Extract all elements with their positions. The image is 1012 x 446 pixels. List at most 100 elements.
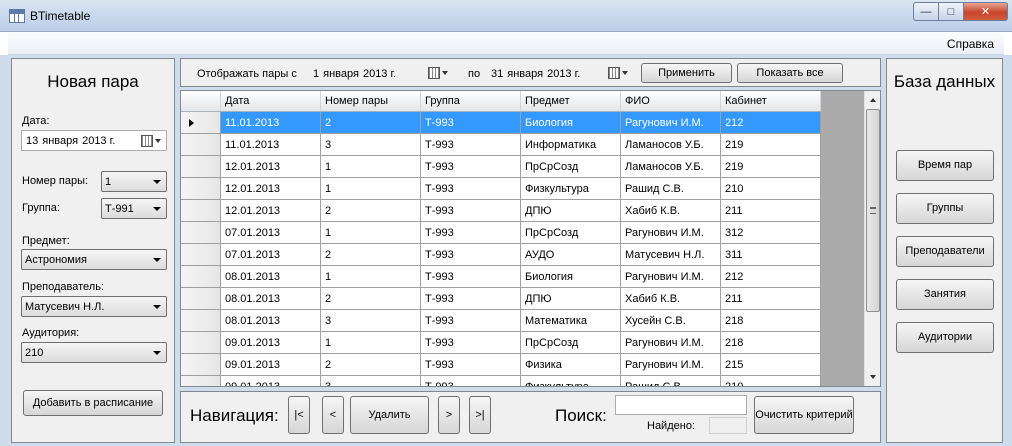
scroll-down-icon[interactable]	[865, 369, 880, 385]
table-cell[interactable]: Ламаносов У.Б.	[621, 156, 721, 178]
add-to-schedule-button[interactable]: Добавить в расписание	[23, 390, 163, 416]
date-picker[interactable]: 13 января 2013 г.	[21, 130, 167, 151]
table-cell[interactable]: 1	[321, 222, 421, 244]
table-cell[interactable]: 3	[321, 310, 421, 332]
table-cell[interactable]: Информатика	[521, 134, 621, 156]
table-cell[interactable]: ДПЮ	[521, 200, 621, 222]
scroll-up-icon[interactable]	[865, 92, 880, 108]
table-cell[interactable]: 3	[321, 134, 421, 156]
row-header[interactable]	[181, 332, 221, 354]
row-header[interactable]	[181, 354, 221, 376]
table-cell[interactable]: ПрСрСозд	[521, 332, 621, 354]
table-cell[interactable]: Т-993	[421, 354, 521, 376]
to-date-picker[interactable]: 31 января 2013 г.	[487, 63, 633, 84]
column-header[interactable]: Предмет	[521, 91, 621, 111]
minimize-button[interactable]: —	[913, 2, 939, 21]
table-cell[interactable]: Физкультура	[521, 178, 621, 200]
table-cell[interactable]: 2	[321, 288, 421, 310]
row-header[interactable]	[181, 200, 221, 222]
table-cell[interactable]: 08.01.2013	[221, 288, 321, 310]
table-cell[interactable]: 218	[721, 332, 821, 354]
table-cell[interactable]: 2	[321, 244, 421, 266]
table-cell[interactable]: Хабиб К.В.	[621, 200, 721, 222]
table-cell[interactable]: 11.01.2013	[221, 134, 321, 156]
subject-select[interactable]: Астрономия	[21, 249, 167, 270]
table-cell[interactable]: ПрСрСозд	[521, 222, 621, 244]
table-cell[interactable]: ДПЮ	[521, 288, 621, 310]
column-header[interactable]: Кабинет	[721, 91, 821, 111]
classes-button[interactable]: Занятия	[896, 279, 994, 310]
table-cell[interactable]: Рашид С.В.	[621, 178, 721, 200]
table-cell[interactable]: Т-993	[421, 266, 521, 288]
table-cell[interactable]: 12.01.2013	[221, 200, 321, 222]
pair-times-button[interactable]: Время пар	[896, 150, 994, 181]
delete-button[interactable]: Удалить	[350, 396, 429, 434]
calendar-dropdown-button[interactable]	[428, 66, 450, 80]
next-record-button[interactable]: >	[438, 396, 460, 434]
table-row[interactable]: 11.01.2013 3 Т-993 Информатика Ламаносов У.Б…	[181, 134, 821, 156]
first-record-button[interactable]: |<	[288, 396, 310, 434]
table-cell[interactable]: Т-993	[421, 156, 521, 178]
row-header[interactable]	[181, 222, 221, 244]
table-row[interactable]: 12.01.2013 1 Т-993 Физкультура Рашид С.В. 210	[181, 178, 821, 200]
group-select[interactable]: Т-991	[101, 198, 167, 219]
table-cell[interactable]: Т-993	[421, 200, 521, 222]
table-cell[interactable]: Матусевич Н.Л.	[621, 244, 721, 266]
table-cell[interactable]: Рагунович И.М.	[621, 332, 721, 354]
table-cell[interactable]: ПрСрСозд	[521, 156, 621, 178]
table-row[interactable]: 07.01.2013 2 Т-993 АУДО Матусевич Н.Л. 311	[181, 244, 821, 266]
table-cell[interactable]: 2	[321, 200, 421, 222]
teachers-button[interactable]: Преподаватели	[896, 236, 994, 267]
row-header[interactable]	[181, 288, 221, 310]
table-cell[interactable]: Физкультура	[521, 376, 621, 386]
table-cell[interactable]: 312	[721, 222, 821, 244]
column-header[interactable]: Группа	[421, 91, 521, 111]
table-cell[interactable]: Рагунович И.М.	[621, 112, 721, 134]
table-cell[interactable]: 09.01.2013	[221, 354, 321, 376]
table-cell[interactable]: Физика	[521, 354, 621, 376]
table-row[interactable]: 08.01.2013 2 Т-993 ДПЮ Хабиб К.В. 211	[181, 288, 821, 310]
table-cell[interactable]: Т-993	[421, 244, 521, 266]
table-cell[interactable]: 218	[721, 310, 821, 332]
from-date-picker[interactable]: 1 января 2013 г.	[309, 63, 453, 84]
previous-record-button[interactable]: <	[322, 396, 344, 434]
table-cell[interactable]: Рашид С.В.	[621, 376, 721, 386]
table-row[interactable]: 09.01.2013 1 Т-993 ПрСрСозд Рагунович И.М. 21…	[181, 332, 821, 354]
apply-button[interactable]: Применить	[641, 63, 732, 83]
table-cell[interactable]: 2	[321, 112, 421, 134]
table-cell[interactable]: Математика	[521, 310, 621, 332]
table-cell[interactable]: Т-993	[421, 112, 521, 134]
row-header[interactable]	[181, 376, 221, 386]
table-row[interactable]: 12.01.2013 2 Т-993 ДПЮ Хабиб К.В. 211	[181, 200, 821, 222]
table-row[interactable]: 08.01.2013 1 Т-993 Биология Рагунович И.М. 21…	[181, 266, 821, 288]
table-cell[interactable]: 1	[321, 178, 421, 200]
table-cell[interactable]: 212	[721, 112, 821, 134]
rooms-button[interactable]: Аудитории	[896, 322, 994, 353]
clear-criteria-button[interactable]: Очистить критерий	[754, 396, 854, 434]
table-cell[interactable]: 212	[721, 266, 821, 288]
table-cell[interactable]: 2	[321, 354, 421, 376]
table-cell[interactable]: 219	[721, 156, 821, 178]
table-cell[interactable]: Т-993	[421, 310, 521, 332]
table-cell[interactable]: 07.01.2013	[221, 222, 321, 244]
row-selector-arrow-icon[interactable]	[181, 112, 221, 134]
last-record-button[interactable]: >|	[469, 396, 491, 434]
column-header[interactable]: Дата	[221, 91, 321, 111]
row-header[interactable]	[181, 310, 221, 332]
table-cell[interactable]: 1	[321, 332, 421, 354]
show-all-button[interactable]: Показать все	[737, 63, 843, 83]
maximize-button[interactable]: □	[939, 2, 964, 21]
schedule-grid[interactable]: Дата Номер пары Группа Предмет ФИО Кабинет 11…	[180, 90, 881, 387]
table-cell[interactable]: АУДО	[521, 244, 621, 266]
row-header[interactable]	[181, 244, 221, 266]
calendar-dropdown-button[interactable]	[608, 66, 630, 80]
table-row[interactable]: 09.01.2013 2 Т-993 Физика Рагунович И.М. 215	[181, 354, 821, 376]
pair-number-select[interactable]: 1	[101, 171, 167, 192]
room-select[interactable]: 210	[21, 342, 167, 363]
table-cell[interactable]: Ламаносов У.Б.	[621, 134, 721, 156]
table-cell[interactable]: 07.01.2013	[221, 244, 321, 266]
table-cell[interactable]: 09.01.2013	[221, 332, 321, 354]
teacher-select[interactable]: Матусевич Н.Л.	[21, 296, 167, 317]
row-header[interactable]	[181, 178, 221, 200]
table-cell[interactable]: 08.01.2013	[221, 266, 321, 288]
